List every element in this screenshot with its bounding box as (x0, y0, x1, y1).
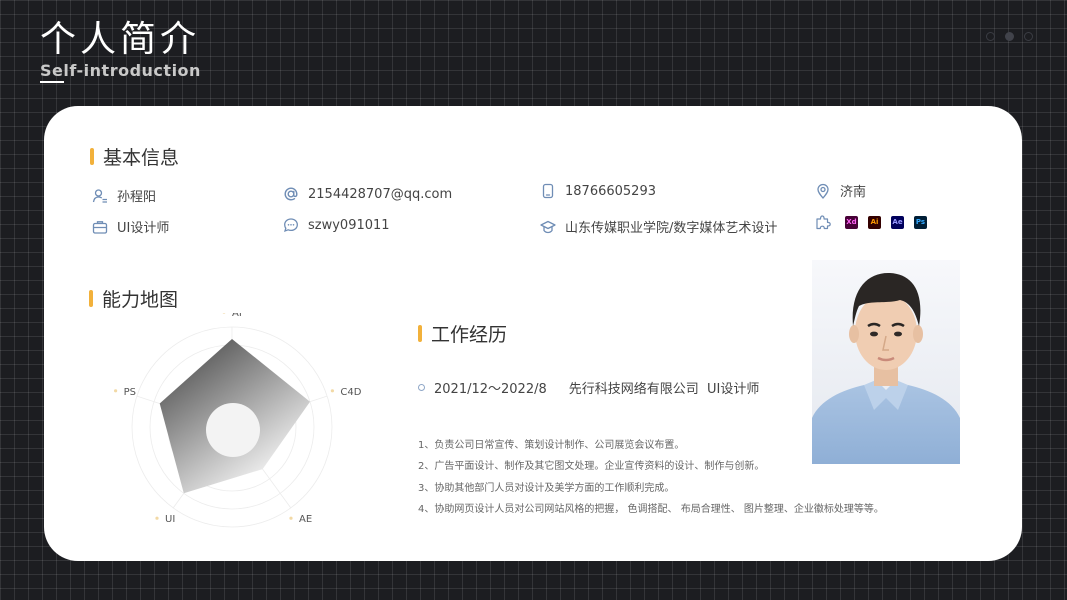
phone-value[interactable]: 18766605293 (565, 184, 656, 199)
info-education: 山东传媒职业学院/数字媒体艺术设计 (540, 217, 777, 236)
page-indicator (986, 32, 1033, 41)
ps-badge: Ps (914, 215, 927, 229)
info-city: 济南 (815, 181, 866, 200)
education-value: 山东传媒职业学院/数字媒体艺术设计 (565, 221, 778, 236)
heading-accent-bar (89, 290, 93, 307)
timeline-ring-icon (418, 384, 425, 391)
info-email: 2154428707@qq.com (283, 186, 452, 202)
radar-center-disc (206, 403, 260, 457)
ability-radar-chart: AI C4D AE UI PS (114, 313, 362, 528)
user-icon (92, 188, 107, 203)
briefcase-icon (92, 220, 108, 234)
xd-badge: Xd (845, 215, 858, 229)
ae-badge: Ae (891, 215, 904, 229)
radar-axis-label: PS (124, 387, 136, 398)
ai-badge: Ai (868, 215, 881, 229)
page-title: 个人简介 (40, 19, 201, 60)
radar-axis-label: UI (165, 514, 175, 525)
graduation-cap-icon (540, 220, 556, 233)
radar-label-dot (289, 516, 293, 520)
info-wechat: szwy091011 (283, 217, 390, 233)
page-subtitle: Self-introduction (40, 61, 201, 80)
radar-axis-label: AE (299, 514, 312, 525)
chat-bubble-icon (284, 218, 298, 233)
ability-map-heading-text: 能力地图 (102, 289, 179, 311)
page-dot[interactable] (1024, 32, 1033, 41)
duty-item: 4、协助网页设计人员对公司网站风格的把握， 色调搭配、 布局合理性、 图片整理、… (418, 503, 884, 515)
duty-item: 3、协助其他部门人员对设计及美学方面的工作顺利完成。 (418, 482, 675, 494)
phone-icon (542, 183, 554, 199)
ability-map-heading: 能力地图 (89, 285, 178, 312)
radar-axis-label: C4D (340, 387, 361, 398)
radar-label-dot (155, 516, 159, 520)
job-entry: 2021/12～2022/8 先行科技网络有限公司 UI设计师 (418, 378, 759, 397)
page-dot-active[interactable] (1005, 32, 1014, 41)
radar-axis-label: AI (232, 313, 242, 319)
heading-accent-bar (418, 325, 422, 342)
radar-label-dot (222, 313, 226, 314)
radar-label-dot (114, 389, 118, 393)
wechat-value: szwy091011 (308, 217, 390, 233)
job-company-role: 先行科技网络有限公司 UI设计师 (568, 382, 760, 397)
radar-label-dot (330, 389, 334, 393)
location-pin-icon (817, 183, 829, 199)
at-icon (284, 187, 298, 201)
info-skills: Xd Ai Ae Ps (815, 214, 937, 230)
heading-accent-bar (90, 148, 94, 165)
puzzle-icon (816, 215, 831, 230)
work-heading: 工作经历 (418, 320, 507, 347)
job-period: 2021/12～2022/8 (434, 382, 547, 397)
profile-photo (812, 260, 960, 464)
info-phone: 18766605293 (540, 183, 656, 199)
work-heading-text: 工作经历 (431, 324, 508, 346)
position-value: UI设计师 (117, 221, 170, 236)
name-value: 孙程阳 (117, 190, 157, 205)
basic-info-heading: 基本信息 (90, 143, 179, 170)
page-dot[interactable] (986, 32, 995, 41)
info-name: 孙程阳 (92, 186, 156, 205)
info-position: UI设计师 (92, 217, 169, 236)
title-underline (40, 81, 64, 83)
basic-info-heading-text: 基本信息 (103, 147, 180, 169)
email-value[interactable]: 2154428707@qq.com (308, 187, 452, 202)
city-value: 济南 (840, 185, 867, 200)
